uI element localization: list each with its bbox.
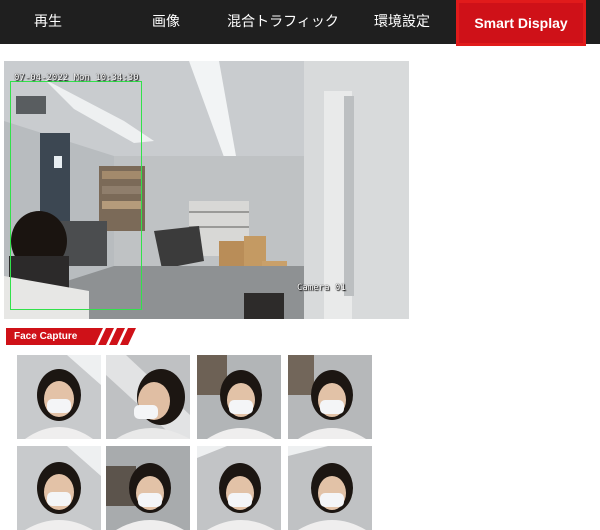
face-image xyxy=(17,446,101,530)
nav-tab-configuration[interactable]: 環境設定 xyxy=(364,0,440,44)
top-nav-bar: 再生 画像 混合トラフィック 環境設定 Smart Display xyxy=(0,0,600,46)
face-capture-thumbnail[interactable] xyxy=(197,446,281,530)
nav-tab-playback[interactable]: 再生 xyxy=(20,0,76,44)
face-capture-thumbnail[interactable] xyxy=(288,355,372,439)
face-image xyxy=(106,446,190,530)
face-image xyxy=(197,355,281,439)
face-capture-thumbnail[interactable] xyxy=(106,446,190,530)
face-image xyxy=(106,355,190,439)
nav-tab-image[interactable]: 画像 xyxy=(138,0,194,44)
face-image xyxy=(17,355,101,439)
face-capture-thumbnail[interactable] xyxy=(197,355,281,439)
face-capture-thumbnail[interactable] xyxy=(106,355,190,439)
face-capture-thumbnail[interactable] xyxy=(288,446,372,530)
nav-tab-mixed-traffic[interactable]: 混合トラフィック xyxy=(220,0,346,44)
face-detection-box xyxy=(10,81,142,310)
osd-camera-name: Camera 01 xyxy=(297,283,346,293)
face-capture-title: Face Capture xyxy=(14,331,78,342)
face-capture-header: Face Capture xyxy=(6,328,136,345)
face-image xyxy=(288,355,372,439)
face-image xyxy=(288,446,372,530)
nav-tab-smart-display[interactable]: Smart Display xyxy=(456,0,586,46)
face-image xyxy=(197,446,281,530)
face-capture-thumbnail[interactable] xyxy=(17,355,101,439)
face-capture-thumbnail[interactable] xyxy=(17,446,101,530)
live-view[interactable]: 07-04-2022 Mon 10:34:30 Camera 01 xyxy=(4,61,409,319)
osd-timestamp: 07-04-2022 Mon 10:34:30 xyxy=(14,73,139,83)
